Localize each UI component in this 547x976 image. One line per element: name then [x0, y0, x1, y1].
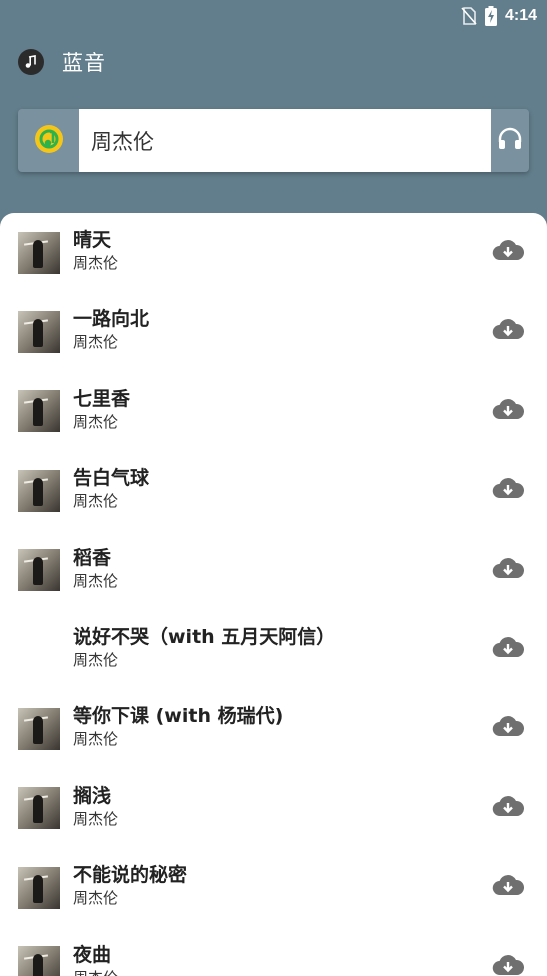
no-sim-icon [461, 7, 477, 25]
status-time: 4:14 [504, 7, 537, 24]
song-info: 七里香 周杰伦 [73, 386, 130, 432]
download-button[interactable] [492, 873, 525, 901]
album-cover [18, 549, 60, 592]
cloud-download-icon [492, 953, 525, 976]
song-title: 晴天 [73, 229, 112, 251]
song-artist: 周杰伦 [73, 730, 119, 749]
song-artist: 周杰伦 [73, 492, 119, 511]
song-artist: 周杰伦 [73, 968, 118, 976]
download-button[interactable] [492, 317, 525, 345]
song-title: 稻香 [73, 546, 112, 569]
album-cover [18, 469, 60, 512]
song-list-item[interactable]: 晴天 周杰伦 [0, 213, 547, 292]
download-button[interactable] [492, 794, 525, 822]
qq-music-icon [33, 123, 65, 159]
album-cover [18, 390, 60, 433]
song-list-item[interactable]: 说好不哭（with 五月天阿信） 周杰伦 [0, 610, 547, 689]
song-info: 稻香 周杰伦 [73, 545, 118, 591]
cloud-download-icon [492, 317, 525, 345]
song-title: 七里香 [73, 387, 131, 410]
screen: 4:14 蓝音 周杰伦 晴天 周杰伦 一路向北 周杰伦 七里香 周杰伦 告白气球… [0, 0, 547, 976]
song-title: 等你下课 (with 杨瑞代) [73, 705, 284, 728]
song-title: 一路向北 [73, 308, 150, 331]
cloud-download-icon [492, 556, 525, 584]
song-list-item[interactable]: 夜曲周杰伦 [0, 928, 547, 976]
song-artist: 周杰伦 [73, 333, 119, 352]
search-input[interactable] [79, 109, 491, 172]
song-info: 告白气球 周杰伦 [73, 465, 149, 511]
song-info: 等你下课 (with 杨瑞代) 周杰伦 [73, 703, 283, 749]
download-button[interactable] [492, 476, 525, 504]
song-artist: 周杰伦 [73, 809, 119, 828]
song-artist: 周杰伦 [73, 254, 119, 272]
cloud-download-icon [492, 397, 525, 425]
download-button[interactable] [492, 714, 525, 742]
song-list-item[interactable]: 七里香 周杰伦 [0, 372, 547, 451]
cloud-download-icon [492, 873, 525, 901]
download-button[interactable] [492, 397, 525, 425]
song-artist: 周杰伦 [73, 650, 119, 669]
cloud-download-icon [492, 714, 525, 742]
album-cover [18, 629, 60, 671]
listen-button[interactable] [491, 109, 529, 172]
cloud-download-icon [492, 476, 525, 504]
song-list-item[interactable]: 不能说的秘密 周杰伦 [0, 848, 547, 927]
album-cover [18, 866, 60, 909]
song-info: 一路向北 周杰伦 [73, 306, 149, 352]
battery-charging-icon [484, 6, 497, 26]
song-artist: 周杰伦 [73, 889, 119, 908]
app-bar: 蓝音 [18, 44, 106, 80]
cloud-download-icon [492, 238, 525, 266]
song-title: 告白气球 [73, 467, 150, 490]
song-list-item[interactable]: 搁浅 周杰伦 [0, 769, 547, 848]
song-list-item[interactable]: 稻香 周杰伦 [0, 531, 547, 610]
download-button[interactable] [492, 238, 525, 266]
album-cover [18, 787, 60, 830]
album-cover [18, 946, 60, 976]
album-cover [18, 311, 60, 354]
status-bar: 4:14 [0, 0, 547, 32]
download-button[interactable] [492, 635, 525, 663]
album-cover [18, 708, 60, 751]
song-title: 不能说的秘密 [73, 864, 188, 887]
song-info: 不能说的秘密 周杰伦 [73, 862, 187, 908]
cloud-download-icon [492, 794, 525, 822]
download-button[interactable] [492, 556, 525, 584]
song-info: 晴天 周杰伦 [73, 227, 118, 273]
song-list-item[interactable]: 告白气球 周杰伦 [0, 451, 547, 530]
song-artist: 周杰伦 [73, 571, 119, 590]
album-cover [18, 231, 60, 274]
music-source-button[interactable] [18, 109, 79, 172]
song-info: 搁浅 周杰伦 [73, 783, 118, 829]
song-title: 搁浅 [73, 784, 112, 807]
song-info: 夜曲周杰伦 [73, 942, 118, 976]
song-list-item[interactable]: 等你下课 (with 杨瑞代) 周杰伦 [0, 689, 547, 768]
download-button[interactable] [492, 953, 525, 976]
search-bar [18, 109, 529, 172]
cloud-download-icon [492, 635, 525, 663]
song-list: 晴天 周杰伦 一路向北 周杰伦 七里香 周杰伦 告白气球 周杰伦 稻香 周杰伦 说好不哭（with … [0, 213, 547, 976]
song-artist: 周杰伦 [73, 412, 119, 431]
song-title: 说好不哭（with 五月天阿信） [73, 625, 336, 648]
song-info: 说好不哭（with 五月天阿信） 周杰伦 [73, 624, 335, 670]
app-title: 蓝音 [62, 51, 106, 75]
song-title: 夜曲 [73, 943, 112, 966]
headphones-icon [497, 126, 523, 156]
song-list-item[interactable]: 一路向北 周杰伦 [0, 292, 547, 371]
music-note-icon [18, 49, 44, 75]
